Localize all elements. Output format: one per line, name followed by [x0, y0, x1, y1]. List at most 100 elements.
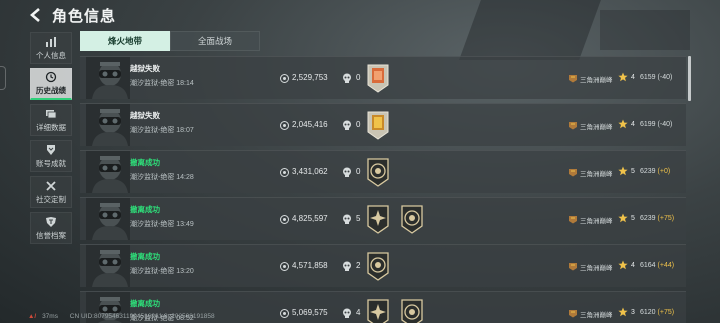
back-arrow-icon[interactable] — [22, 1, 50, 29]
match-money: 2,529,753 — [292, 73, 328, 82]
match-result: 撤离成功 — [130, 252, 160, 261]
table-row[interactable]: 撤离成功 潮汐监狱-绝密 13:49 4,825,597 5 三角洲巅峰 5 6… — [80, 197, 686, 240]
operator-avatar — [86, 245, 130, 287]
operator-portrait-icon — [86, 198, 130, 240]
match-money: 4,825,597 — [292, 214, 328, 223]
coin-icon — [280, 262, 289, 271]
rank-score: 6239 (+75) — [640, 215, 675, 222]
orange-shield-badge-icon — [366, 63, 390, 93]
achievement-icon — [47, 144, 55, 155]
signal-icon: ▲/ — [28, 313, 37, 320]
rank-stars: 4 — [631, 121, 635, 128]
match-result: 撤离成功 — [130, 299, 160, 308]
skull-icon — [343, 167, 351, 177]
match-history-list[interactable]: 越狱失败 潮汐监狱-绝密 18:14 2,529,753 0 三角洲巅峰 4 6… — [80, 56, 686, 323]
table-row[interactable]: 越狱失败 潮汐监狱-绝密 18:07 2,045,416 0 三角洲巅峰 4 6… — [80, 103, 686, 146]
sidebar-item-achievements[interactable]: 账号成就 — [30, 140, 72, 172]
scrollbar[interactable] — [688, 56, 691, 101]
data-icon — [46, 109, 57, 118]
star-icon — [618, 72, 628, 82]
rank-emblem-icon — [569, 169, 577, 177]
skull-icon — [343, 214, 351, 224]
match-map-time: 潮汐监狱-绝密 13:49 — [130, 221, 194, 228]
table-row[interactable]: 撤离成功 潮汐监狱-绝密 14:28 3,431,062 0 三角洲巅峰 5 6… — [80, 150, 686, 193]
rank-score: 6120 (+75) — [640, 309, 675, 316]
operator-portrait-icon — [86, 57, 130, 99]
evac-badge-icon — [366, 157, 390, 187]
rank-stars: 5 — [631, 215, 635, 222]
history-icon — [45, 71, 57, 83]
match-result: 撤离成功 — [130, 158, 160, 167]
match-kills: 0 — [356, 167, 361, 176]
mode-tabs: 烽火地带 全面战场 — [80, 31, 260, 51]
rank-name: 三角洲巅峰 — [580, 265, 613, 272]
rank-score: 6199 (-40) — [640, 121, 673, 128]
sidebar-item-history[interactable]: 历史战绩 — [30, 68, 72, 100]
sidebar-item-personal-info[interactable]: 个人信息 — [30, 32, 72, 64]
sidebar-item-social[interactable]: 社交定制 — [30, 176, 72, 208]
skull-icon — [343, 120, 351, 130]
match-money: 5,069,575 — [292, 308, 328, 317]
table-row[interactable]: 撤离成功 潮汐监狱-绝密 13:20 4,571,858 2 三角洲巅峰 4 6… — [80, 244, 686, 287]
table-row[interactable]: 越狱失败 潮汐监狱-绝密 18:14 2,529,753 0 三角洲巅峰 4 6… — [80, 56, 686, 99]
rank-score: 6239 (+0) — [640, 168, 671, 175]
star-icon — [618, 213, 628, 223]
match-kills: 0 — [356, 120, 361, 129]
gold-shield-badge-icon — [366, 110, 390, 140]
status-footer: ▲/ 37ms CN UID:8079546311904516261 3_202… — [28, 313, 215, 320]
skull-icon — [343, 261, 351, 271]
operator-portrait-icon — [86, 104, 130, 146]
star-icon — [618, 307, 628, 317]
combat-badge-icon — [366, 298, 390, 323]
rank-stars: 4 — [631, 74, 635, 81]
rank-name: 三角洲巅峰 — [580, 218, 613, 225]
rank-name: 三角洲巅峰 — [580, 312, 613, 319]
coin-icon — [280, 309, 289, 318]
sidebar-item-reputation[interactable]: 信誉档案 — [30, 212, 72, 244]
coin-icon — [280, 121, 289, 130]
evac-badge-icon — [400, 204, 424, 234]
rank-emblem-icon — [569, 310, 577, 318]
header: 角色信息 — [0, 0, 720, 30]
rank-stars: 5 — [631, 168, 635, 175]
tools-icon — [46, 180, 56, 191]
tab-warfare[interactable]: 全面战场 — [170, 31, 260, 51]
evac-badge-icon — [366, 251, 390, 281]
operator-portrait-icon — [86, 151, 130, 193]
star-icon — [618, 260, 628, 270]
match-result: 越狱失败 — [130, 111, 160, 120]
match-kills: 4 — [356, 308, 361, 317]
match-money: 3,431,062 — [292, 167, 328, 176]
rank-name: 三角洲巅峰 — [580, 77, 613, 84]
rank-score: 6164 (+44) — [640, 262, 675, 269]
match-map-time: 潮汐监狱-绝密 18:14 — [130, 80, 194, 87]
sidebar: 个人信息 历史战绩 详细数据 账号成就 社交定制 信誉档案 — [30, 32, 72, 248]
rank-emblem-icon — [569, 263, 577, 271]
tab-operations[interactable]: 烽火地带 — [80, 31, 170, 51]
star-icon — [618, 166, 628, 176]
rank-name: 三角洲巅峰 — [580, 171, 613, 178]
sidebar-item-label: 信誉档案 — [36, 230, 66, 240]
sidebar-item-label: 详细数据 — [36, 122, 66, 132]
bar-chart-icon — [46, 36, 56, 47]
evac-badge-icon — [400, 298, 424, 323]
rank-name: 三角洲巅峰 — [580, 124, 613, 131]
match-map-time: 潮汐监狱-绝密 13:20 — [130, 268, 194, 275]
match-kills: 0 — [356, 73, 361, 82]
sidebar-item-label: 账号成就 — [36, 158, 66, 168]
rank-emblem-icon — [569, 216, 577, 224]
star-icon — [618, 119, 628, 129]
edge-handle[interactable] — [0, 66, 6, 90]
page-title: 角色信息 — [52, 7, 117, 25]
uid-text: CN UID:8079546311904516261 3_20250819185… — [69, 313, 215, 320]
skull-icon — [343, 308, 351, 318]
match-kills: 2 — [356, 261, 361, 270]
match-result: 越狱失败 — [130, 64, 160, 73]
sidebar-item-label: 个人信息 — [36, 50, 66, 60]
sidebar-item-detail-data[interactable]: 详细数据 — [30, 104, 72, 136]
operator-avatar — [86, 151, 130, 193]
operator-portrait-icon — [86, 245, 130, 287]
coin-icon — [280, 168, 289, 177]
operator-avatar — [86, 198, 130, 240]
coin-icon — [280, 215, 289, 224]
